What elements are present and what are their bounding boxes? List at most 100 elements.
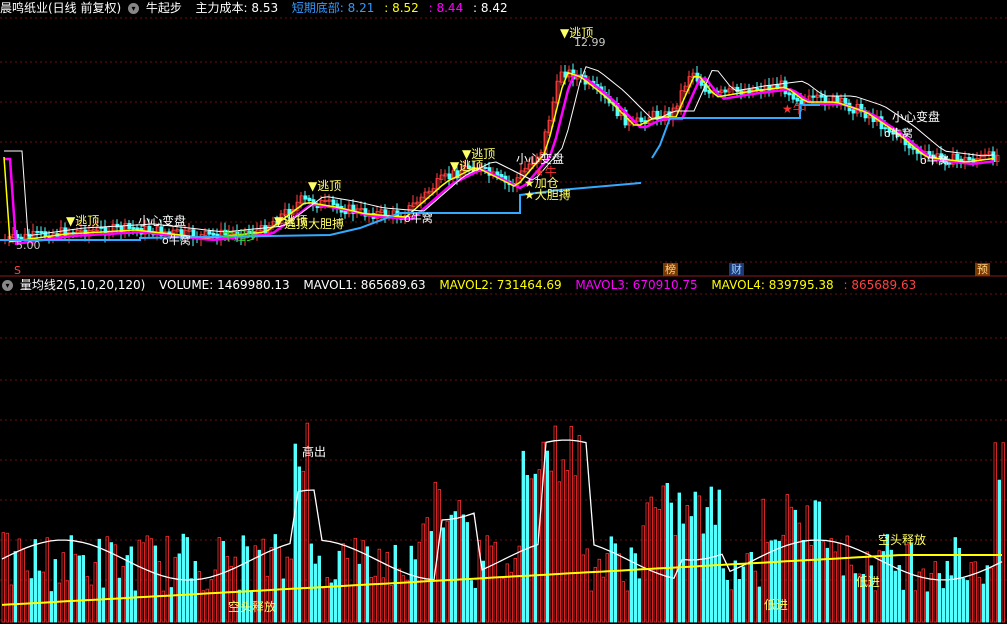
volume-indicator-title[interactable]: 量均线2(5,10,20,120) [20, 278, 146, 292]
volume-bar [649, 496, 653, 623]
volume-bar [809, 545, 813, 623]
volume-bar [21, 548, 25, 623]
volume-bar [217, 537, 221, 623]
volume-bar [889, 549, 893, 623]
volume-bar [533, 473, 537, 623]
volume-bar [689, 516, 693, 623]
volume-bar [701, 533, 705, 623]
volume-bar [349, 585, 353, 623]
volume-bar [597, 558, 601, 623]
volume-bar [981, 583, 985, 623]
volume-bar [833, 551, 837, 623]
volume-bar [89, 584, 93, 623]
volume-bar [309, 543, 313, 623]
candle-body [791, 93, 796, 100]
volume-bar [497, 576, 501, 623]
volume-bar [389, 585, 393, 623]
extra-value: 865689.63 [851, 278, 917, 292]
volume-bar [513, 558, 517, 623]
volume-bar [489, 545, 493, 623]
volume-bar [473, 587, 477, 623]
volume-bar [33, 539, 37, 623]
volume-bar [729, 589, 733, 623]
volume-bar [993, 442, 997, 623]
volume-bar [493, 541, 497, 623]
candle-body [639, 117, 644, 123]
volume-bar [281, 578, 285, 623]
volume-bar [469, 580, 473, 623]
cost-value: 8.53 [251, 1, 279, 15]
volume-bar [421, 523, 425, 623]
volume-bar [817, 501, 821, 623]
value-3: 8.52 [392, 1, 419, 15]
volume-bar [681, 523, 685, 623]
volume-bar [449, 514, 453, 623]
annotation-low-in: 低进 [856, 575, 880, 589]
volume-bar [501, 578, 505, 623]
stock-title[interactable]: 晨鸣纸业(日线 前复权) [0, 1, 121, 15]
volume-bar [577, 435, 581, 623]
volume-panel-header: ▾ 量均线2(5,10,20,120) VOLUME: 1469980.13 M… [0, 277, 916, 293]
indicator-name[interactable]: 牛起步 [146, 1, 182, 15]
volume-bar [313, 563, 317, 623]
volume-bar [13, 551, 17, 623]
chart-canvas[interactable]: ▼逃顶 小心变盘 o牛窝 牛起步 ▼逃顶 ▼逃顶 逃顶大胆搏 o牛窝 ▼逃顶 ▼… [0, 0, 1007, 624]
annotation-bear-release: 空头释放 [878, 532, 926, 547]
volume-bar [157, 561, 161, 623]
volume-bar [805, 505, 809, 623]
volume-bar [193, 561, 197, 623]
annotation-careful: 小心变盘 [138, 213, 186, 228]
volume-bar [277, 547, 281, 623]
volume-bar [441, 527, 445, 623]
price-low-label: 5.00 [16, 239, 41, 252]
volume-bar [113, 544, 117, 623]
volume-bar [5, 532, 9, 623]
volume-bar [429, 531, 433, 623]
volume-bar [709, 486, 713, 623]
volume-bar [621, 581, 625, 623]
volume-bar [589, 590, 593, 623]
candle-body [35, 230, 40, 233]
volume-bar [737, 579, 741, 623]
mavol1-label: MAVOL1: [303, 278, 357, 292]
volume-bar [345, 557, 349, 623]
volume-bar [937, 573, 941, 623]
candle-body [131, 227, 136, 230]
volume-bar [425, 517, 429, 623]
volume-bar [625, 590, 629, 623]
volume-bar [917, 571, 921, 623]
annotation-bold: ★大胆搏 [524, 188, 571, 202]
annotation-bear-release: 空头释放 [228, 599, 276, 614]
volume-bar [505, 563, 509, 623]
volume-bar [561, 459, 565, 623]
volume-bar [385, 551, 389, 623]
cost-label: 主力成本: [195, 1, 248, 15]
volume-bar [645, 502, 649, 623]
marker-cai[interactable]: 财 [729, 263, 744, 276]
price-high-label: 12.99 [574, 36, 606, 49]
marker-s[interactable]: S [12, 264, 23, 277]
mavol3-value: 670910.75 [632, 278, 698, 292]
volume-bar [465, 522, 469, 623]
annotation-escape-top: ▼逃顶 [308, 179, 341, 193]
marker-bang[interactable]: 榜 [663, 263, 678, 276]
volume-bar [97, 538, 101, 623]
volume-bar [177, 553, 181, 623]
volume-bar [461, 514, 465, 623]
marker-yu[interactable]: 预 [975, 263, 990, 276]
volume-bar [585, 548, 589, 623]
volume-bar [677, 492, 681, 623]
volume-bar [137, 539, 141, 623]
volume-bar [109, 542, 113, 623]
volume-bar [125, 555, 129, 623]
volume-bar [929, 572, 933, 623]
volume-bar [141, 542, 145, 623]
value-4: 8.44 [436, 1, 464, 15]
volume-bar [213, 569, 217, 623]
volume-bar [413, 559, 417, 623]
volume-dropdown-icon[interactable]: ▾ [2, 280, 13, 291]
indicator-dropdown-icon[interactable]: ▾ [128, 3, 140, 14]
volume-bar [457, 500, 461, 623]
volume-bar [813, 500, 817, 623]
volume-bar [925, 591, 929, 623]
